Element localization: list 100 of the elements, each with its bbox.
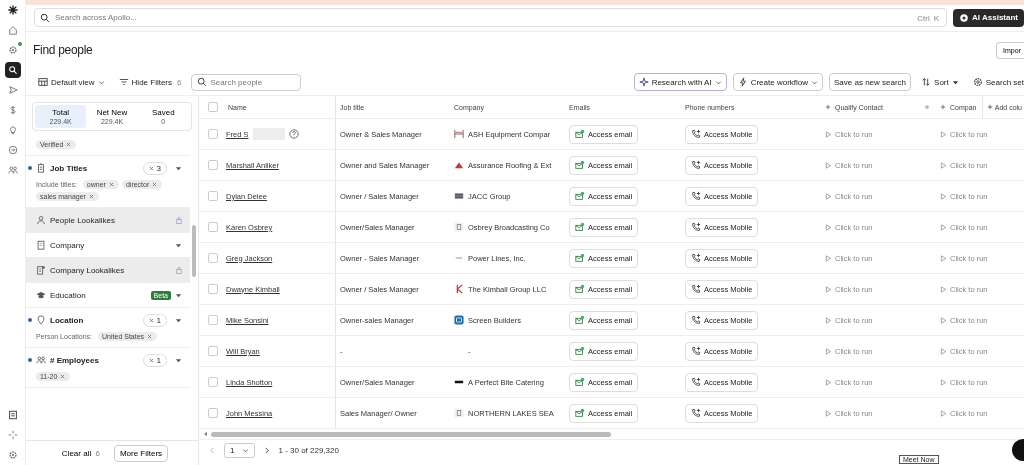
envelope-icon	[575, 222, 585, 232]
id-badge-icon	[36, 163, 46, 173]
next-page-icon[interactable]	[263, 446, 271, 454]
table-icon	[38, 77, 48, 87]
filter-section-header[interactable]: Company	[26, 233, 190, 257]
caret-icon	[175, 291, 182, 299]
caret-icon	[175, 241, 182, 249]
sparkle-icon	[825, 104, 831, 110]
envelope-icon	[575, 160, 585, 170]
row-checkbox[interactable]	[207, 129, 218, 139]
sparkle-icon	[638, 77, 649, 87]
scrollbar[interactable]	[192, 225, 196, 277]
graduation-cap-icon	[36, 290, 46, 300]
research-with-ai-button[interactable]: Research with AI	[633, 73, 727, 91]
play-icon	[825, 254, 832, 262]
play-icon	[825, 223, 832, 231]
phone-icon	[691, 222, 701, 232]
row-checkbox[interactable]	[207, 408, 218, 418]
play-icon	[940, 378, 947, 386]
map-pin-icon	[36, 315, 46, 325]
building-icon	[36, 240, 46, 250]
phone-icon	[691, 191, 701, 201]
play-icon	[825, 347, 832, 355]
play-icon	[940, 130, 947, 138]
person-icon	[36, 215, 46, 225]
play-icon	[825, 316, 832, 324]
caret-icon	[714, 78, 722, 86]
phone-icon	[691, 408, 701, 418]
phone-icon	[691, 129, 701, 139]
row-checkbox[interactable]	[207, 253, 218, 263]
close-icon[interactable]	[148, 165, 154, 171]
create-workflow-button[interactable]: Create workflow	[732, 73, 824, 91]
play-icon	[940, 285, 947, 293]
row-checkbox[interactable]	[207, 346, 218, 356]
row-checkbox[interactable]	[207, 191, 218, 201]
close-icon[interactable]	[88, 194, 94, 199]
caret-icon	[175, 356, 182, 364]
settings-icon	[972, 77, 983, 87]
caret-icon	[951, 78, 959, 86]
phone-icon	[691, 346, 701, 356]
close-icon[interactable]	[148, 357, 154, 363]
phone-icon	[691, 315, 701, 325]
lock-icon	[176, 266, 182, 274]
active-dot	[28, 318, 32, 322]
filter-icon	[118, 77, 129, 87]
ai-assistant-button[interactable]: AI Assistant	[953, 8, 1024, 27]
envelope-icon	[575, 346, 585, 356]
people-search-field[interactable]: Search people	[191, 73, 302, 91]
company-logo-icon	[454, 315, 464, 325]
play-icon	[940, 316, 947, 324]
select-all-checkbox[interactable]	[207, 102, 218, 112]
sort-icon	[921, 77, 932, 87]
play-icon	[940, 161, 947, 169]
filter-section-header[interactable]: People Lookalikes	[26, 208, 190, 232]
shortcut-hint: K	[933, 13, 940, 22]
page-select[interactable]: 1	[224, 442, 256, 458]
close-icon[interactable]	[108, 182, 114, 187]
close-icon[interactable]	[147, 334, 153, 339]
envelope-icon	[575, 129, 585, 139]
help-icon[interactable]	[288, 129, 299, 139]
close-icon[interactable]	[152, 182, 158, 187]
company-logo-icon	[454, 191, 464, 201]
save-search-button[interactable]: Save as new search	[829, 73, 912, 91]
row-checkbox[interactable]	[207, 377, 218, 387]
people-icon	[36, 355, 46, 365]
caret-icon	[811, 78, 819, 86]
play-icon	[940, 409, 947, 417]
caret-icon	[175, 316, 182, 324]
company-logo-icon	[454, 284, 464, 294]
notification-dot	[17, 42, 22, 46]
phone-icon	[691, 160, 701, 170]
caret-icon	[175, 164, 182, 172]
play-icon	[825, 130, 832, 138]
row-checkbox[interactable]	[207, 315, 218, 325]
play-icon	[940, 254, 947, 262]
result-range: 1 - 30 of 229,320	[278, 445, 339, 455]
scroll-left-icon[interactable]	[203, 431, 208, 437]
close-icon[interactable]	[66, 142, 72, 147]
play-icon	[825, 161, 832, 169]
active-dot	[28, 358, 32, 362]
close-icon[interactable]	[60, 374, 66, 379]
scrollbar[interactable]	[211, 431, 611, 437]
company-logo-icon	[454, 160, 464, 170]
play-icon	[825, 192, 832, 200]
search-icon	[197, 77, 208, 87]
building-icon	[454, 222, 464, 232]
caret-icon	[242, 446, 250, 454]
close-icon[interactable]	[148, 317, 154, 323]
phone-icon	[691, 377, 701, 387]
envelope-icon	[575, 377, 585, 387]
row-checkbox[interactable]	[207, 160, 218, 170]
row-checkbox[interactable]	[207, 222, 218, 232]
filter-section-header[interactable]: Company Lookalikes	[26, 258, 190, 282]
row-checkbox[interactable]	[207, 284, 218, 294]
active-dot	[28, 166, 32, 170]
building-icon	[454, 408, 464, 418]
play-icon	[940, 347, 947, 355]
play-icon	[825, 285, 832, 293]
phone-icon	[691, 284, 701, 294]
more-filters-button[interactable]: More Filters	[113, 444, 169, 462]
